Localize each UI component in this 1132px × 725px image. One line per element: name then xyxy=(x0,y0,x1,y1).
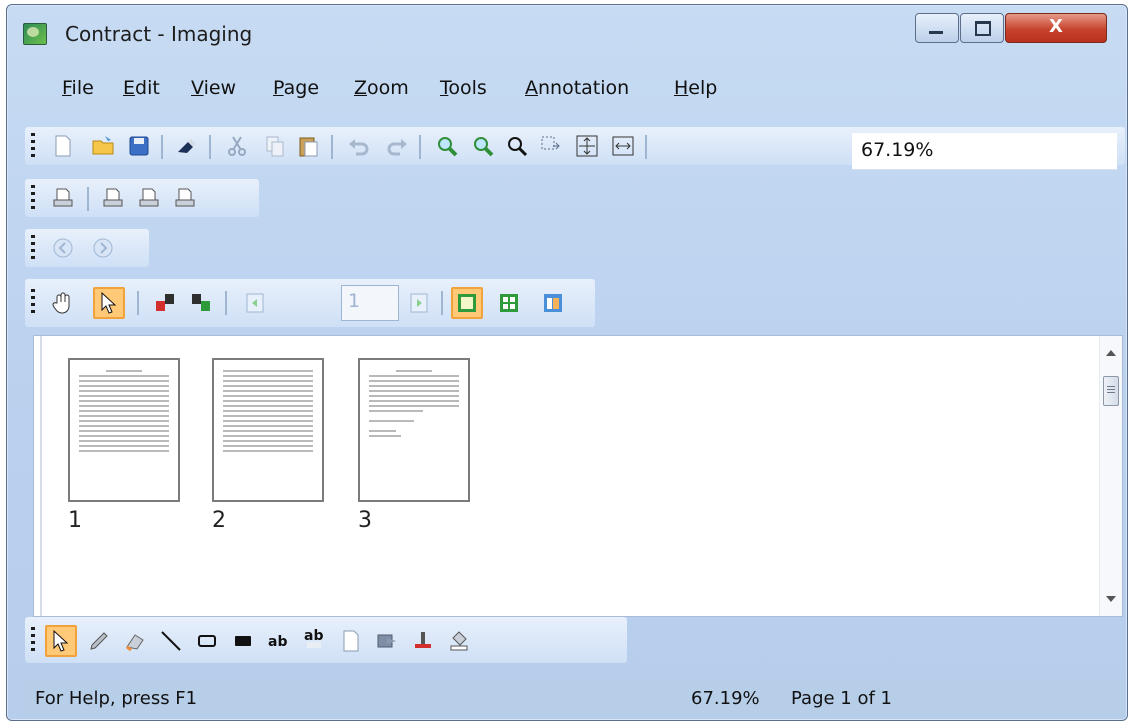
drag-hand-icon[interactable] xyxy=(49,289,77,317)
page-thumbnail[interactable] xyxy=(212,358,324,502)
annotation-toolbar: ab ab xyxy=(25,617,627,663)
page-thumbnail[interactable] xyxy=(358,358,470,502)
maximize-button[interactable] xyxy=(960,13,1004,43)
rotate-left-icon[interactable] xyxy=(151,289,179,317)
menu-tools[interactable]: Tools xyxy=(440,77,487,99)
select-pointer-icon[interactable] xyxy=(93,287,125,319)
minimize-icon xyxy=(929,31,943,34)
app-window: Contract - Imaging X File Edit View Page… xyxy=(6,4,1128,721)
status-help-text: For Help, press F1 xyxy=(35,688,198,709)
single-page-view-icon[interactable] xyxy=(451,287,483,319)
paste-icon[interactable] xyxy=(295,132,323,160)
scroll-thumb[interactable] xyxy=(1103,376,1119,406)
redo-icon[interactable] xyxy=(383,132,411,160)
toolbar-separator xyxy=(137,291,139,315)
title-bar: Contract - Imaging X xyxy=(7,5,1127,61)
navigation-toolbar xyxy=(25,229,149,267)
annotation-select-icon[interactable] xyxy=(45,625,77,657)
page-and-thumbnails-icon[interactable] xyxy=(539,289,567,317)
maximize-icon xyxy=(975,21,991,36)
menu-file[interactable]: File xyxy=(62,77,94,99)
freehand-line-icon[interactable] xyxy=(85,627,113,655)
page-thumbnail[interactable] xyxy=(68,358,180,502)
zoom-level-field[interactable]: 67.19% xyxy=(852,133,1117,170)
zoom-out-icon[interactable] xyxy=(469,132,497,160)
menu-view[interactable]: View xyxy=(191,77,236,99)
zoom-in-icon[interactable] xyxy=(433,132,461,160)
forward-icon[interactable] xyxy=(89,234,117,262)
document-viewer[interactable]: 1 2 3 xyxy=(33,335,1123,617)
zoom-select-icon[interactable] xyxy=(503,132,531,160)
text-icon[interactable]: ab xyxy=(265,627,293,655)
toolbar-separator xyxy=(441,291,443,315)
toolbar-separator xyxy=(419,135,421,159)
toolbar-grip[interactable] xyxy=(31,235,35,261)
svg-text:ab: ab xyxy=(304,628,323,644)
next-page-icon[interactable] xyxy=(405,289,433,317)
image-embedded-icon[interactable] xyxy=(373,627,401,655)
scan-page-icon[interactable] xyxy=(49,184,77,212)
scroll-down-icon[interactable] xyxy=(1106,596,1116,602)
thumbnail-view-icon[interactable] xyxy=(495,289,523,317)
toolbar-separator xyxy=(87,187,89,211)
page-toolbar: 1 xyxy=(25,279,595,327)
erase-icon[interactable] xyxy=(173,132,201,160)
toolbar-grip[interactable] xyxy=(31,185,35,211)
status-zoom-level: 67.19% xyxy=(691,688,760,709)
fit-page-icon[interactable] xyxy=(573,132,601,160)
window-title: Contract - Imaging xyxy=(65,22,253,46)
toolbar-separator xyxy=(225,291,227,315)
imaging-app-icon xyxy=(23,23,47,45)
zoom-rect-icon[interactable] xyxy=(537,132,565,160)
close-icon: X xyxy=(1049,16,1063,37)
scan-append-icon[interactable] xyxy=(135,184,163,212)
text-from-file-icon[interactable] xyxy=(337,627,365,655)
rotate-right-icon[interactable] xyxy=(187,289,215,317)
menu-help[interactable]: Help xyxy=(674,77,717,99)
toolbar-separator xyxy=(645,135,647,159)
open-folder-icon[interactable] xyxy=(89,132,117,160)
svg-text:ab: ab xyxy=(268,634,287,650)
toolbar-separator xyxy=(161,135,163,159)
straight-line-icon[interactable] xyxy=(157,627,185,655)
attach-a-note-icon[interactable]: ab xyxy=(301,625,329,653)
new-document-icon[interactable] xyxy=(49,132,77,160)
cut-icon[interactable] xyxy=(223,132,251,160)
copy-icon[interactable] xyxy=(261,132,289,160)
back-icon[interactable] xyxy=(49,234,77,262)
highlighter-icon[interactable] xyxy=(121,627,149,655)
menu-edit[interactable]: Edit xyxy=(123,77,160,99)
rubber-stamp-icon[interactable] xyxy=(409,627,437,655)
undo-icon[interactable] xyxy=(345,132,373,160)
page-thumbnail-label: 2 xyxy=(212,508,226,533)
scan-insert-icon[interactable] xyxy=(99,184,127,212)
menu-annotation[interactable]: Annotation xyxy=(525,77,629,99)
minimize-button[interactable] xyxy=(915,13,959,43)
zoom-level-value: 67.19% xyxy=(861,139,934,161)
previous-page-icon[interactable] xyxy=(241,289,269,317)
page-thumbnail-label: 1 xyxy=(68,508,82,533)
hollow-rectangle-icon[interactable] xyxy=(193,627,221,655)
page-thumbnail-label: 3 xyxy=(358,508,372,533)
page-number-value: 1 xyxy=(348,290,361,312)
page-number-input[interactable]: 1 xyxy=(341,285,399,321)
toolbar-separator xyxy=(209,135,211,159)
image-stamp-icon[interactable] xyxy=(445,627,473,655)
close-button[interactable]: X xyxy=(1005,13,1107,43)
save-icon[interactable] xyxy=(125,132,153,160)
toolbar-separator xyxy=(331,135,333,159)
fit-width-icon[interactable] xyxy=(609,132,637,160)
toolbar-grip[interactable] xyxy=(31,627,35,653)
scroll-up-icon[interactable] xyxy=(1106,350,1116,356)
menu-page[interactable]: Page xyxy=(273,77,319,99)
filled-rectangle-icon[interactable] xyxy=(229,627,257,655)
toolbar-grip[interactable] xyxy=(31,133,35,159)
status-bar: For Help, press F1 67.19% Page 1 of 1 xyxy=(25,680,1125,718)
status-page-indicator: Page 1 of 1 xyxy=(791,688,892,709)
scan-toolbar xyxy=(25,179,259,217)
toolbar-grip[interactable] xyxy=(31,289,35,315)
scan-replace-icon[interactable] xyxy=(171,184,199,212)
vertical-scrollbar[interactable] xyxy=(1099,336,1122,616)
menu-zoom[interactable]: Zoom xyxy=(354,77,409,99)
